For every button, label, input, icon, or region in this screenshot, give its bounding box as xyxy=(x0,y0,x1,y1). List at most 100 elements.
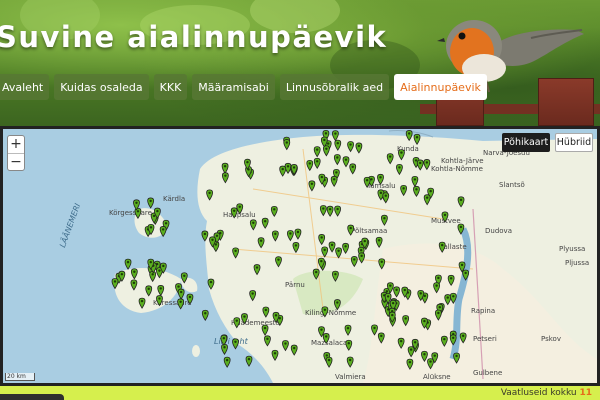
observation-marker[interactable] xyxy=(453,352,460,364)
observation-marker[interactable] xyxy=(230,207,238,219)
observation-marker[interactable] xyxy=(413,133,421,145)
observation-marker[interactable] xyxy=(275,256,282,268)
observation-marker[interactable] xyxy=(400,184,408,197)
observation-marker[interactable] xyxy=(328,241,336,253)
observation-marker[interactable] xyxy=(264,335,271,347)
observation-marker[interactable] xyxy=(441,211,449,223)
observation-marker[interactable] xyxy=(286,230,294,242)
observation-marker[interactable] xyxy=(282,340,289,352)
observation-marker[interactable] xyxy=(207,278,215,290)
observation-marker[interactable] xyxy=(130,279,138,291)
zoom-in-button[interactable]: + xyxy=(8,136,24,153)
observation-marker[interactable] xyxy=(232,338,239,350)
observation-marker[interactable] xyxy=(271,230,279,242)
observation-marker[interactable] xyxy=(221,162,229,174)
observation-marker[interactable] xyxy=(402,315,410,327)
observation-marker[interactable] xyxy=(306,159,314,172)
observation-marker[interactable] xyxy=(156,295,163,307)
observation-marker[interactable] xyxy=(377,332,385,344)
observation-marker[interactable] xyxy=(262,306,270,318)
observation-marker[interactable] xyxy=(344,324,352,336)
nav-item-kkk[interactable]: KKK xyxy=(153,74,188,100)
observation-marker[interactable] xyxy=(270,205,278,218)
observation-marker[interactable] xyxy=(223,356,231,368)
observation-marker[interactable] xyxy=(334,205,342,217)
observation-marker[interactable] xyxy=(313,146,321,158)
observation-marker[interactable] xyxy=(321,246,329,258)
observation-marker[interactable] xyxy=(318,234,326,246)
observation-marker[interactable] xyxy=(358,252,366,264)
observation-marker[interactable] xyxy=(342,156,350,168)
observation-marker[interactable] xyxy=(347,141,354,153)
observation-marker[interactable] xyxy=(138,297,146,309)
observation-marker[interactable] xyxy=(457,223,465,235)
observation-marker[interactable] xyxy=(261,324,269,336)
observation-marker[interactable] xyxy=(377,173,384,186)
observation-marker[interactable] xyxy=(261,217,269,229)
observation-marker[interactable] xyxy=(201,309,209,321)
observation-marker[interactable] xyxy=(245,355,253,367)
observation-marker[interactable] xyxy=(111,278,119,290)
observation-marker[interactable] xyxy=(350,256,358,268)
observation-marker[interactable] xyxy=(423,194,431,206)
observation-marker[interactable] xyxy=(411,175,419,188)
observation-marker[interactable] xyxy=(363,176,371,188)
observation-marker[interactable] xyxy=(253,264,261,276)
observation-marker[interactable] xyxy=(257,237,265,249)
observation-marker[interactable] xyxy=(406,358,414,370)
observation-marker[interactable] xyxy=(249,290,257,302)
zoom-out-button[interactable]: − xyxy=(8,153,24,170)
observation-marker[interactable] xyxy=(449,334,457,346)
observation-marker[interactable] xyxy=(294,228,302,240)
observation-marker[interactable] xyxy=(433,282,441,294)
observation-marker[interactable] xyxy=(330,175,338,188)
observation-marker[interactable] xyxy=(159,226,167,238)
observation-marker[interactable] xyxy=(233,317,241,329)
observation-marker[interactable] xyxy=(438,241,446,253)
observation-marker[interactable] xyxy=(124,258,132,270)
observation-marker[interactable] xyxy=(457,196,465,208)
observation-marker[interactable] xyxy=(355,142,363,154)
observation-marker[interactable] xyxy=(332,270,339,282)
observation-marker[interactable] xyxy=(232,247,240,259)
observation-marker[interactable] xyxy=(313,157,321,169)
observation-marker[interactable] xyxy=(220,334,228,346)
observation-marker[interactable] xyxy=(397,337,405,349)
observation-marker[interactable] xyxy=(447,274,455,287)
observation-marker[interactable] xyxy=(423,159,431,171)
observation-marker[interactable] xyxy=(347,224,355,236)
observation-marker[interactable] xyxy=(381,214,388,226)
observation-marker[interactable] xyxy=(279,165,287,177)
observation-marker[interactable] xyxy=(326,205,334,217)
observation-marker[interactable] xyxy=(333,299,341,311)
observation-marker[interactable] xyxy=(308,180,316,192)
observation-marker[interactable] xyxy=(177,298,185,310)
observation-marker[interactable] xyxy=(241,313,248,325)
observation-marker[interactable] xyxy=(271,349,279,362)
observation-marker[interactable] xyxy=(434,309,442,321)
observation-marker[interactable] xyxy=(180,272,188,284)
observation-marker[interactable] xyxy=(283,139,291,151)
map-type-pohikaart-button[interactable]: Põhikaart xyxy=(502,133,550,152)
observation-marker[interactable] xyxy=(371,324,378,336)
observation-marker[interactable] xyxy=(444,294,452,306)
observation-marker[interactable] xyxy=(157,285,165,297)
observation-marker[interactable] xyxy=(249,219,257,231)
observation-marker[interactable] xyxy=(201,230,209,242)
observation-marker[interactable] xyxy=(149,270,157,283)
observation-marker[interactable] xyxy=(349,163,357,175)
observation-marker[interactable] xyxy=(177,288,185,300)
observation-marker[interactable] xyxy=(322,145,330,157)
observation-marker[interactable] xyxy=(342,242,349,255)
observation-marker[interactable] xyxy=(427,358,434,370)
observation-marker[interactable] xyxy=(386,153,394,165)
nav-item-linnusobralik-aed[interactable]: Linnusõbralik aed xyxy=(279,74,390,100)
observation-marker[interactable] xyxy=(333,154,341,166)
nav-item-kuidas-osaleda[interactable]: Kuidas osaleda xyxy=(54,74,149,100)
observation-marker[interactable] xyxy=(393,286,400,298)
nav-item-avaleht[interactable]: Avaleht xyxy=(0,74,50,100)
observation-marker[interactable] xyxy=(321,306,329,318)
observation-marker[interactable] xyxy=(421,350,428,362)
observation-marker[interactable] xyxy=(398,149,405,161)
observation-marker[interactable] xyxy=(325,356,333,368)
